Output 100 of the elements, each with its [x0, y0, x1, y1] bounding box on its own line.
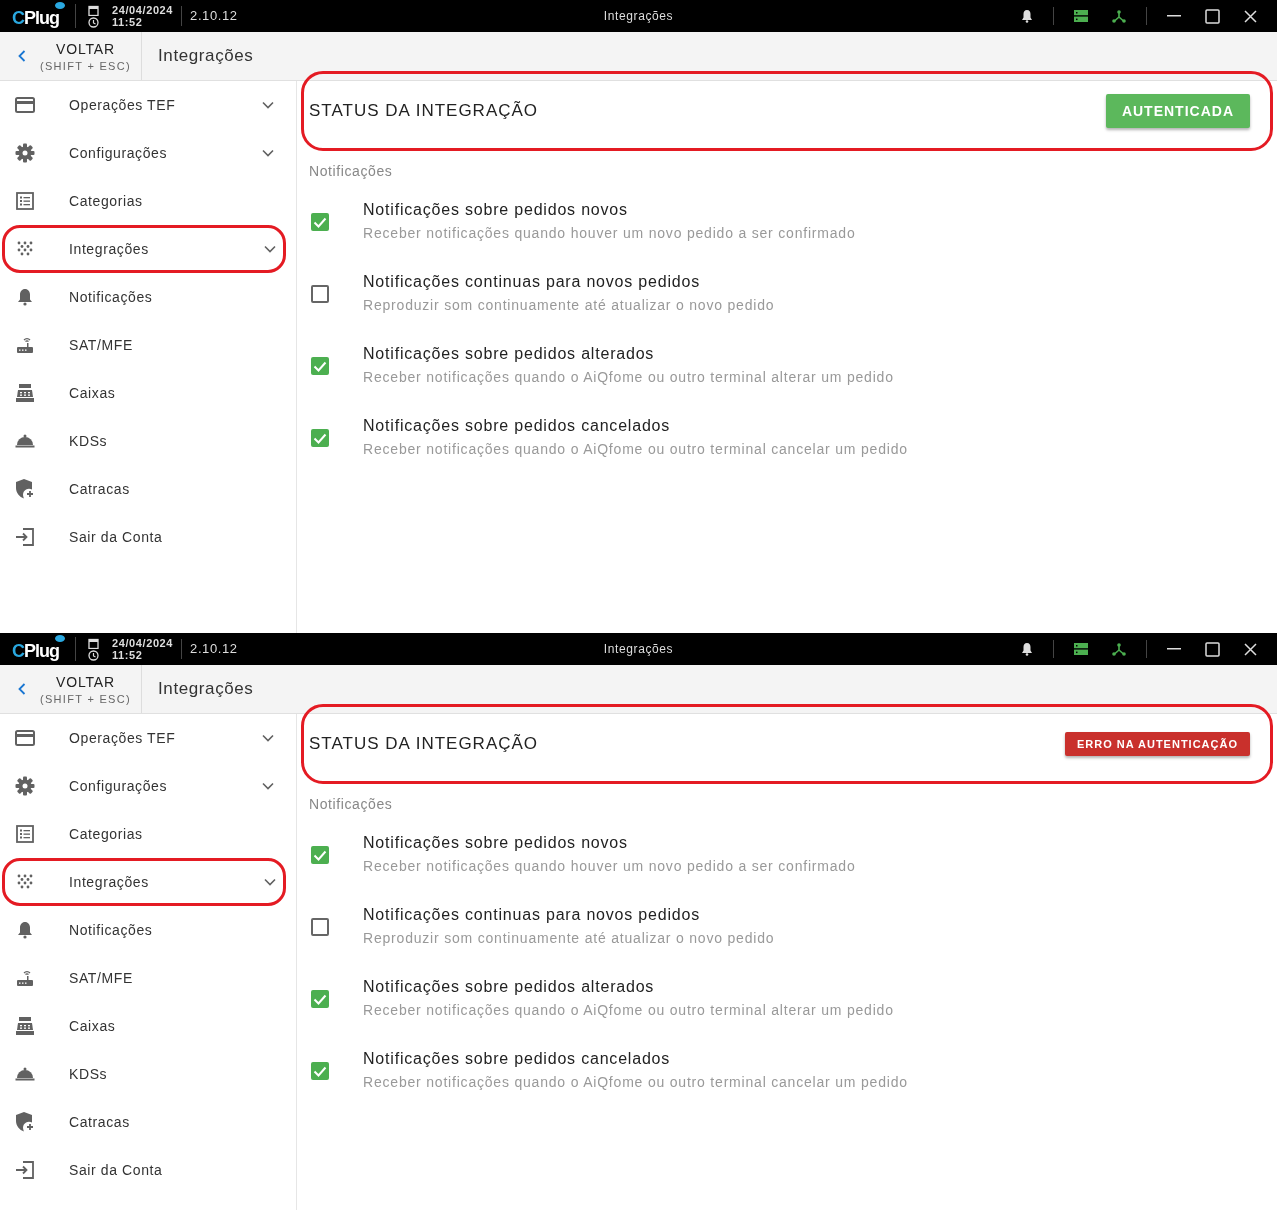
checkbox[interactable] [311, 918, 329, 936]
sidebar-item[interactable]: SAT/MFE [0, 954, 296, 1002]
cloche-icon [15, 1067, 35, 1081]
time-text: 11:52 [112, 16, 144, 28]
sidebar-item[interactable]: Operações TEF [0, 81, 296, 129]
sidebar-item[interactable]: Sair da Conta [0, 513, 296, 561]
notification-description: Reproduzir som continuamente até atualizar o novo pedido [363, 930, 775, 946]
notification-title: Notificações sobre pedidos cancelados [363, 1050, 672, 1068]
maximize-icon[interactable] [1205, 641, 1220, 657]
cash-register-icon [15, 1016, 35, 1036]
clock-icon [88, 649, 99, 661]
gear-icon [15, 776, 35, 796]
notification-title: Notificações continuas para novos pedidos [363, 906, 701, 924]
sidebar-item[interactable]: Caixas [0, 369, 296, 417]
network-icon[interactable] [1112, 9, 1126, 23]
chevron-down-icon [264, 878, 276, 886]
notification-title: Notificações continuas para novos pedidos [363, 273, 701, 291]
notification-description: Receber notificações quando houver um novo pedido a ser confirmado [363, 858, 856, 874]
notification-title: Notificações sobre pedidos novos [363, 201, 629, 219]
sidebar-item[interactable]: Configurações [0, 762, 296, 810]
exit-icon [15, 528, 35, 546]
status-title: STATUS DA INTEGRAÇÃO [309, 734, 540, 754]
window-title: Integrações [603, 9, 674, 23]
notification-description: Receber notificações quando houver um novo pedido a ser confirmado [363, 225, 856, 241]
minimize-icon[interactable] [1167, 648, 1181, 650]
page-title: Integrações [158, 679, 254, 699]
dots-icon [17, 241, 33, 257]
router-icon [16, 969, 34, 987]
calendar-icon [88, 4, 99, 16]
notification-description: Receber notificações quando o AiQfome ou outro terminal cancelar um pedido [363, 1074, 908, 1090]
sidebar-item[interactable]: Integrações [2, 858, 286, 906]
checkbox[interactable] [311, 357, 329, 375]
card-icon [15, 97, 35, 113]
minimize-icon[interactable] [1167, 15, 1181, 17]
gear-icon [15, 143, 35, 163]
back-button[interactable]: VOLTAR (SHIFT + ESC) [0, 32, 142, 80]
shield-plus-icon [15, 478, 35, 500]
checkbox[interactable] [311, 846, 329, 864]
notification-title: Notificações sobre pedidos novos [363, 834, 629, 852]
network-icon[interactable] [1112, 642, 1126, 656]
page-title: Integrações [158, 46, 254, 66]
chevron-left-icon [18, 50, 26, 62]
chevron-down-icon [262, 734, 274, 742]
card-icon [15, 730, 35, 746]
server-icon[interactable] [1074, 10, 1088, 22]
date-text: 24/04/2024 [112, 4, 174, 16]
chevron-left-icon [18, 683, 26, 695]
chevron-down-icon [262, 149, 274, 157]
sidebar-item[interactable]: KDSs [0, 417, 296, 465]
sidebar-item[interactable]: Catracas [0, 465, 296, 513]
bell-icon [17, 921, 33, 939]
chevron-down-icon [264, 245, 276, 253]
sidebar-item[interactable]: Categorias [0, 810, 296, 858]
exit-icon [15, 1161, 35, 1179]
date-text: 24/04/2024 [112, 637, 174, 649]
time-text: 11:52 [112, 649, 144, 661]
notification-description: Receber notificações quando o AiQfome ou outro terminal alterar um pedido [363, 1002, 894, 1018]
notification-title: Notificações sobre pedidos alterados [363, 345, 656, 363]
notification-title: Notificações sobre pedidos cancelados [363, 417, 672, 435]
server-icon[interactable] [1074, 643, 1088, 655]
checkbox[interactable] [311, 213, 329, 231]
status-title: STATUS DA INTEGRAÇÃO [309, 101, 540, 121]
sidebar-item[interactable]: Configurações [0, 129, 296, 177]
section-heading: Notificações [309, 796, 394, 812]
sidebar-item[interactable]: Operações TEF [0, 714, 296, 762]
cash-register-icon [15, 383, 35, 403]
sidebar-item[interactable]: Categorias [0, 177, 296, 225]
cloche-icon [15, 434, 35, 448]
notification-description: Reproduzir som continuamente até atualizar o novo pedido [363, 297, 775, 313]
notification-description: Receber notificações quando o AiQfome ou outro terminal alterar um pedido [363, 369, 894, 385]
chevron-down-icon [262, 782, 274, 790]
sidebar-item[interactable]: Sair da Conta [0, 1146, 296, 1194]
sidebar-item[interactable]: SAT/MFE [0, 321, 296, 369]
checkbox[interactable] [311, 429, 329, 447]
close-icon[interactable] [1244, 9, 1257, 23]
list-icon [16, 192, 34, 210]
checkbox[interactable] [311, 1062, 329, 1080]
bell-icon [17, 288, 33, 306]
close-icon[interactable] [1244, 642, 1257, 656]
status-badge: AUTENTICADA [1105, 94, 1250, 128]
sidebar-item[interactable]: KDSs [0, 1050, 296, 1098]
sidebar-item[interactable]: Integrações [2, 225, 286, 273]
status-badge: ERRO NA AUTENTICAÇÃO [1065, 732, 1250, 756]
sidebar-item[interactable]: Notificações [0, 906, 296, 954]
bell-icon[interactable] [1021, 9, 1033, 23]
checkbox[interactable] [311, 285, 329, 303]
bell-icon[interactable] [1021, 642, 1033, 656]
back-button[interactable]: VOLTAR (SHIFT + ESC) [0, 665, 142, 713]
clock-icon [88, 16, 99, 28]
section-heading: Notificações [309, 163, 394, 179]
chevron-down-icon [262, 101, 274, 109]
maximize-icon[interactable] [1205, 8, 1220, 24]
checkbox[interactable] [311, 990, 329, 1008]
list-icon [16, 825, 34, 843]
sidebar-item[interactable]: Notificações [0, 273, 296, 321]
sidebar-item[interactable]: Caixas [0, 1002, 296, 1050]
notification-title: Notificações sobre pedidos alterados [363, 978, 656, 996]
notification-description: Receber notificações quando o AiQfome ou outro terminal cancelar um pedido [363, 441, 908, 457]
sidebar-item[interactable]: Catracas [0, 1098, 296, 1146]
version-text: 2.10.12 [181, 6, 238, 26]
